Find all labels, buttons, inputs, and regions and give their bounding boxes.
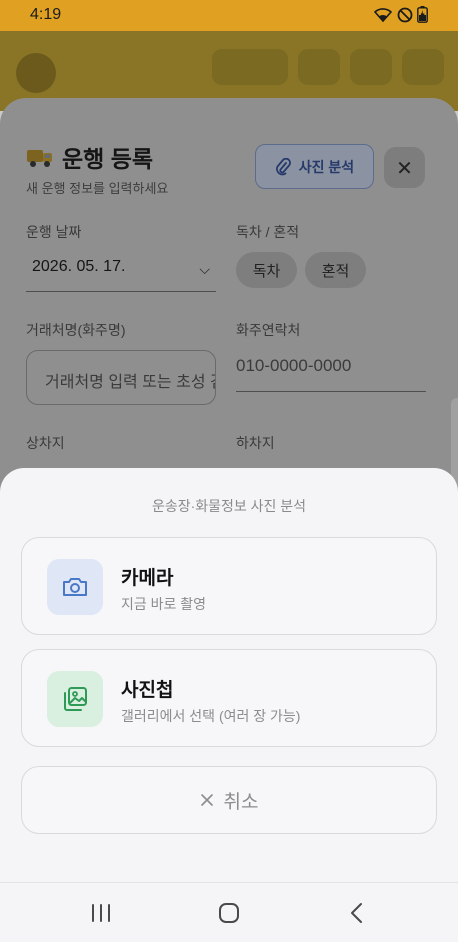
paperclip-icon (275, 157, 291, 175)
app-logo (16, 53, 56, 93)
home-icon (219, 903, 239, 923)
recents-icon (92, 904, 110, 922)
camera-option-desc: 지금 바로 촬영 (121, 596, 207, 612)
load-label: 상차지 (26, 435, 65, 451)
status-icons (373, 6, 428, 23)
header-icon-button (298, 49, 340, 85)
header-icon-button (350, 49, 392, 85)
recent-apps-button[interactable] (81, 899, 121, 927)
gallery-option-desc: 갤러리에서 선택 (여러 장 가능) (121, 708, 301, 724)
date-field[interactable]: 2026. 05. 17. ⌵ (26, 250, 216, 292)
form-subtitle: 새 운행 정보를 입력하세요 (26, 181, 169, 196)
cancel-label: 취소 (223, 791, 259, 813)
truck-icon (27, 150, 52, 167)
camera-icon (63, 578, 87, 596)
system-nav-bar (0, 882, 458, 942)
mode-label: 독차 / 혼적 (236, 224, 300, 240)
status-bar: 4:19 (0, 0, 458, 31)
gallery-option-title: 사진첩 (121, 680, 174, 701)
form-title: 운행 등록 (62, 146, 154, 172)
chip-honjeok[interactable]: 혼적 (305, 252, 366, 288)
camera-option-title: 카메라 (121, 568, 174, 589)
client-input[interactable]: 거래처명 입력 또는 초성 검색 (26, 350, 216, 405)
client-label: 거래처명(화주명) (26, 322, 126, 338)
chevron-down-icon: ⌵ (199, 262, 210, 278)
gallery-option[interactable]: 사진첩 갤러리에서 선택 (여러 장 가능) (21, 649, 437, 747)
camera-option[interactable]: 카메라 지금 바로 촬영 (21, 537, 437, 635)
back-icon (351, 903, 362, 923)
header-button (212, 49, 288, 85)
cancel-button[interactable]: 취소 (21, 766, 437, 834)
sheet-title: 운송장·화물정보 사진 분석 (151, 498, 307, 514)
home-button[interactable] (209, 899, 249, 927)
camera-tile (47, 559, 103, 615)
photo-source-sheet: 운송장·화물정보 사진 분석 카메라 지금 바로 촬영 사진첩 갤러리에서 선택… (0, 468, 458, 882)
unload-label: 하차지 (236, 435, 275, 451)
close-icon (200, 794, 213, 806)
gallery-tile (47, 671, 103, 727)
phone-input[interactable]: 010-0000-0000 (236, 350, 426, 392)
phone-label: 화주연락처 (236, 322, 301, 338)
close-button[interactable]: ✕ (384, 147, 425, 188)
header-icon-button (402, 49, 444, 85)
phone-placeholder: 010-0000-0000 (236, 356, 352, 375)
back-button[interactable] (337, 899, 377, 927)
form-title-row: 운행 등록 (26, 140, 153, 174)
client-placeholder: 거래처명 입력 또는 초성 검색 (45, 374, 215, 391)
battery-charging-icon (417, 6, 428, 23)
do-not-disturb-icon (397, 7, 413, 22)
date-label: 운행 날짜 (26, 224, 82, 240)
date-value: 2026. 05. 17. (32, 258, 126, 275)
chip-dokcha[interactable]: 독차 (236, 252, 297, 288)
gallery-icon (64, 687, 87, 711)
photo-analysis-button[interactable]: 사진 분석 (255, 144, 374, 189)
status-time: 4:19 (30, 6, 62, 23)
photo-analysis-label: 사진 분석 (298, 158, 355, 175)
wifi-icon (373, 7, 393, 22)
close-icon: ✕ (396, 155, 413, 180)
